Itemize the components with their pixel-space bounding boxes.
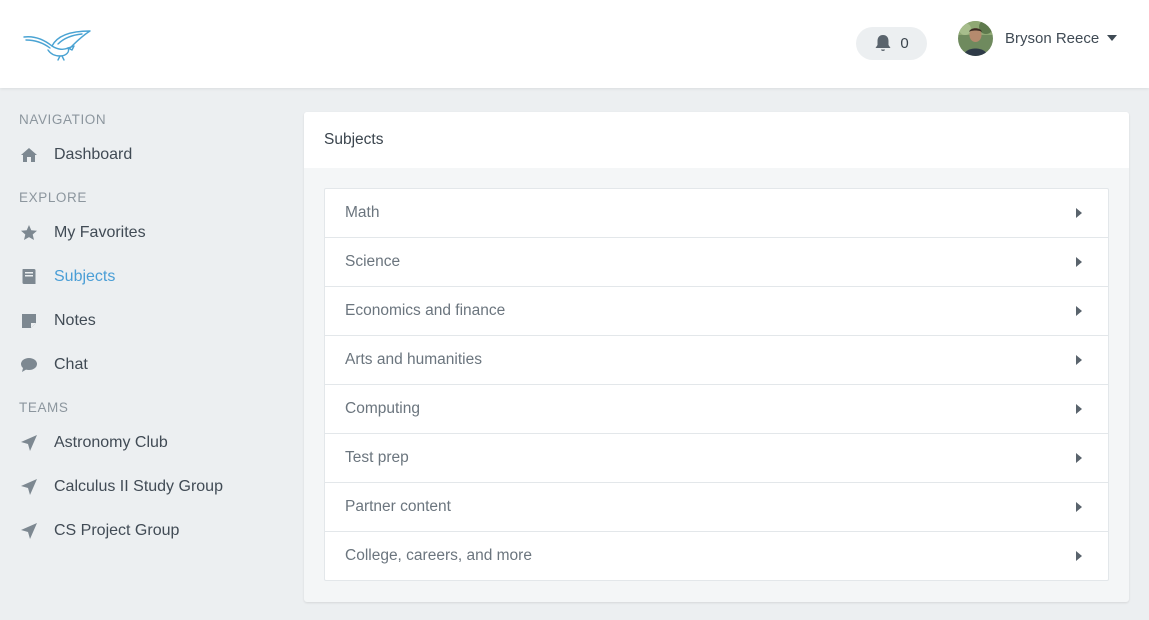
- chevron-down-icon[interactable]: [1107, 35, 1118, 41]
- paper-plane-icon: [19, 521, 39, 541]
- chevron-right-icon: [1076, 551, 1082, 561]
- sidebar-item-notes[interactable]: Notes: [19, 309, 96, 333]
- section-label-teams: TEAMS: [19, 400, 69, 415]
- sidebar-item-cs-project-group[interactable]: CS Project Group: [19, 519, 179, 543]
- avatar[interactable]: [958, 20, 993, 56]
- user-name: Bryson Reece: [1005, 29, 1100, 47]
- paper-plane-icon: [19, 477, 39, 497]
- bird-logo-icon[interactable]: [22, 28, 92, 62]
- sidebar-item-label: Chat: [54, 356, 88, 373]
- star-icon: [19, 223, 39, 243]
- sidebar-item-astronomy-club[interactable]: Astronomy Club: [19, 431, 168, 455]
- sidebar-item-label: My Favorites: [54, 224, 146, 241]
- list-item-economics-and-finance[interactable]: Economics and finance: [325, 286, 1108, 335]
- sidebar-item-label: Calculus II Study Group: [54, 478, 223, 495]
- home-icon: [19, 145, 39, 165]
- list-item-science[interactable]: Science: [325, 237, 1108, 286]
- list-item-test-prep[interactable]: Test prep: [325, 433, 1108, 482]
- list-item-label: Science: [345, 253, 401, 270]
- note-icon: [19, 311, 39, 331]
- list-item-label: Partner content: [345, 498, 451, 515]
- sidebar-item-calculus-ii-study-group[interactable]: Calculus II Study Group: [19, 475, 223, 499]
- list-item-label: Computing: [345, 400, 420, 417]
- sidebar-item-label: Dashboard: [54, 146, 133, 163]
- list-item-label: Math: [345, 204, 380, 221]
- sidebar-item-label: CS Project Group: [54, 522, 180, 539]
- book-icon: [19, 267, 39, 287]
- top-bar: 0 Bryson Reece: [0, 0, 1149, 88]
- sidebar-item-chat[interactable]: Chat: [19, 353, 88, 377]
- chevron-right-icon: [1076, 257, 1082, 267]
- list-item-label: Test prep: [345, 449, 409, 466]
- list-item-partner-content[interactable]: Partner content: [325, 482, 1108, 531]
- chevron-right-icon: [1076, 355, 1082, 365]
- list-item-label: College, careers, and more: [345, 547, 532, 564]
- list-item-computing[interactable]: Computing: [325, 384, 1108, 433]
- notification-count: 0: [900, 35, 909, 52]
- list-item-label: Economics and finance: [345, 302, 506, 319]
- sidebar-item-dashboard[interactable]: Dashboard: [19, 143, 132, 167]
- sidebar-item-subjects[interactable]: Subjects: [19, 265, 115, 289]
- sidebar-item-label: Subjects: [54, 268, 116, 285]
- bell-icon: [875, 35, 891, 51]
- subjects-list: Math Science Economics and finance Arts …: [324, 188, 1109, 581]
- chevron-right-icon: [1076, 502, 1082, 512]
- chevron-right-icon: [1076, 404, 1082, 414]
- list-item-math[interactable]: Math: [325, 189, 1108, 237]
- chat-bubble-icon: [19, 355, 39, 375]
- list-item-college-careers-and-more[interactable]: College, careers, and more: [325, 531, 1108, 580]
- user-menu[interactable]: Bryson Reece: [958, 20, 1118, 56]
- sidebar-item-label: Astronomy Club: [54, 434, 168, 451]
- chevron-right-icon: [1076, 208, 1082, 218]
- sidebar-item-label: Notes: [54, 312, 96, 329]
- chevron-right-icon: [1076, 306, 1082, 316]
- subjects-card: Subjects Math Science Economics and fina…: [304, 112, 1129, 602]
- paper-plane-icon: [19, 433, 39, 453]
- chevron-right-icon: [1076, 453, 1082, 463]
- section-label-navigation: NAVIGATION: [19, 112, 107, 127]
- sidebar-item-my-favorites[interactable]: My Favorites: [19, 221, 146, 245]
- notifications-button[interactable]: 0: [856, 27, 927, 60]
- page-title: Subjects: [324, 131, 384, 148]
- card-header: Subjects: [304, 112, 1129, 168]
- section-label-explore: EXPLORE: [19, 190, 87, 205]
- list-item-label: Arts and humanities: [345, 351, 482, 368]
- list-item-arts-and-humanities[interactable]: Arts and humanities: [325, 335, 1108, 384]
